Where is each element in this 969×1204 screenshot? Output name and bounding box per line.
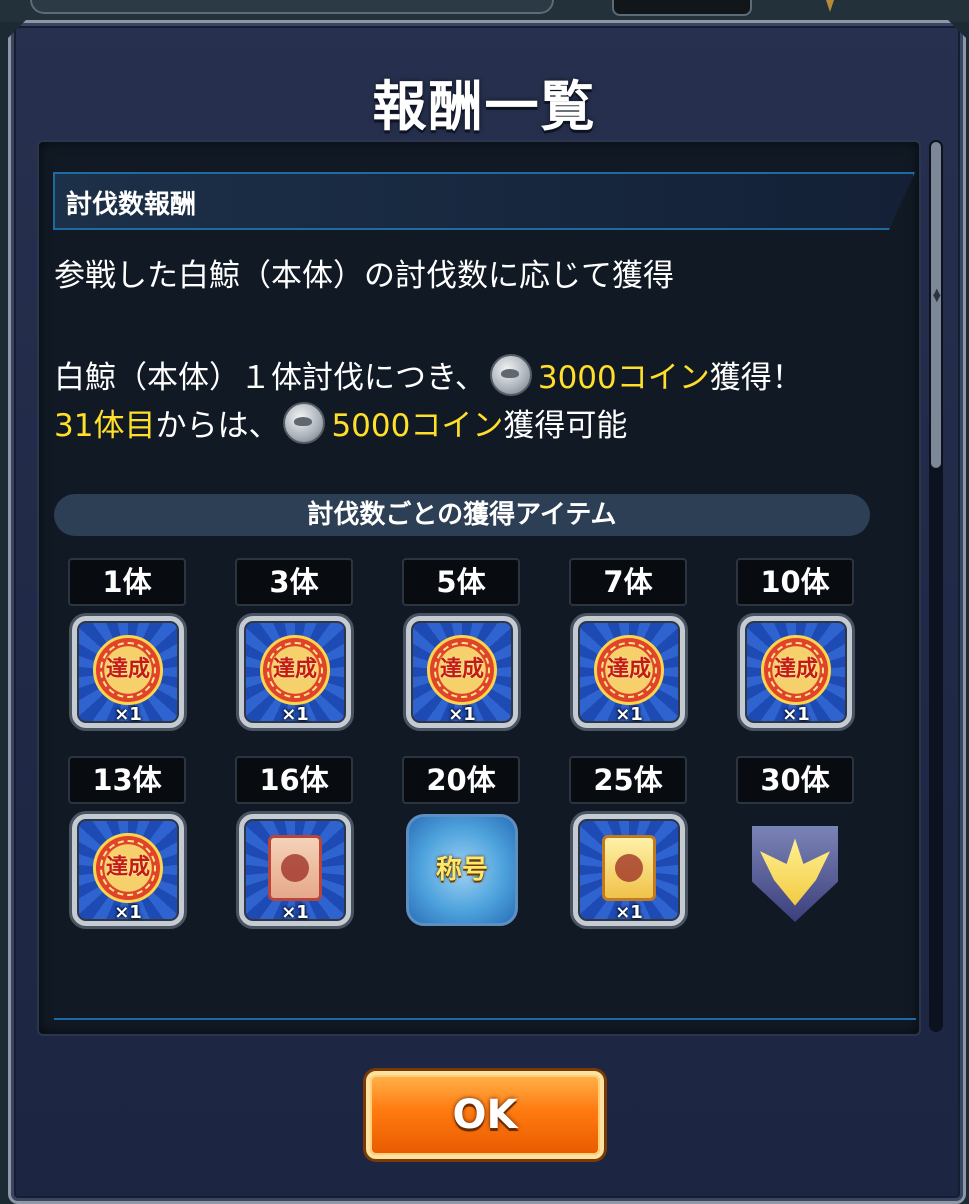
reward-item-16[interactable]: 16体 ×1 [233,756,357,936]
coin-reward-line-1: 白鯨（本体）１体討伐につき、 3000コイン獲得！ [54,354,803,398]
badge-label: 達成 [93,635,163,705]
achievement-badge-icon: 達成 ×1 [406,616,518,728]
reward-quantity: ×1 [114,902,142,923]
dialog-title: 報酬一覧 [372,75,597,138]
scrollbar-thumb[interactable]: ▲ ▼ [931,142,941,468]
reward-count: 10体 [736,558,854,606]
line1-prefix: 白鯨（本体）１体討伐につき、 [54,360,486,396]
scroll-image [602,835,656,901]
section-header-label: 討伐数報酬 [66,190,197,220]
reward-count: 1体 [68,558,186,606]
panel-divider [54,1018,916,1020]
reward-item-10[interactable]: 10体 達成 ×1 [734,558,858,738]
achievement-badge-icon: 達成 ×1 [573,616,685,728]
reward-quantity: ×1 [281,704,309,725]
top-status-bar [0,0,969,22]
coin-icon [283,402,326,444]
achievement-badge-icon: 達成 ×1 [72,814,184,926]
line1-suffix: 獲得！ [709,360,803,396]
achievement-badge-icon: 達成 ×1 [239,616,351,728]
achievement-badge-icon: 達成 ×1 [740,616,852,728]
reward-item-13[interactable]: 13体 達成 ×1 [66,756,190,936]
line2-suffix: 獲得可能 [503,408,628,444]
reward-item-5[interactable]: 5体 達成 ×1 [400,558,524,738]
achievement-badge-icon: 達成 ×1 [72,616,184,728]
scroll-image [268,835,322,901]
reward-item-1[interactable]: 1体 達成 ×1 [66,558,190,738]
badge-label: 達成 [427,635,497,705]
reward-item-3[interactable]: 3体 達成 ×1 [233,558,357,738]
reward-quantity: ×1 [448,704,476,725]
top-bar-counter [612,0,752,16]
title-badge-label: 称号 [435,855,488,885]
badge-label: 達成 [594,635,664,705]
reward-count: 30体 [736,756,854,804]
top-bar-frame [30,0,554,14]
title-badge-icon: 称号 [406,814,518,926]
reward-description: 参戦した白鯨（本体）の討伐数に応じて獲得 [54,258,674,294]
coin-icon [489,354,532,396]
reward-count: 25体 [569,756,687,804]
grip-icon: ▲ ▼ [933,287,941,304]
scrollbar[interactable]: ▲ ▼ [929,140,943,1032]
reward-count: 16体 [235,756,353,804]
reward-item-25[interactable]: 25体 ×1 [567,756,691,936]
reward-item-20[interactable]: 20体 称号 [400,756,524,936]
ok-button[interactable]: OK [366,1071,604,1159]
coin-reward-line-2: 31体目からは、 5000コイン獲得可能 [54,402,627,446]
line1-amount: 3000コイン [537,360,710,396]
reward-quantity: ×1 [615,704,643,725]
reward-quantity: ×1 [782,704,810,725]
top-bar-marker [826,0,834,12]
items-header-label: 討伐数ごとの獲得アイテム [307,500,617,530]
red-scroll-icon: ×1 [239,814,351,926]
reward-quantity: ×1 [114,704,142,725]
line2-threshold: 31体目 [54,408,156,444]
badge-label: 達成 [761,635,831,705]
reward-quantity: ×1 [281,902,309,923]
reward-item-7[interactable]: 7体 達成 ×1 [567,558,691,738]
line2-prefix: からは、 [155,408,280,444]
badge-label: 達成 [93,833,163,903]
reward-count: 13体 [68,756,186,804]
reward-count: 5体 [402,558,520,606]
gold-scroll-icon: ×1 [573,814,685,926]
badge-label: 達成 [260,635,330,705]
reward-item-30[interactable]: 30体 [734,756,858,936]
reward-count: 7体 [569,558,687,606]
reward-count: 3体 [235,558,353,606]
line2-amount: 5000コイン [331,408,504,444]
reward-count: 20体 [402,756,520,804]
reward-quantity: ×1 [615,902,643,923]
